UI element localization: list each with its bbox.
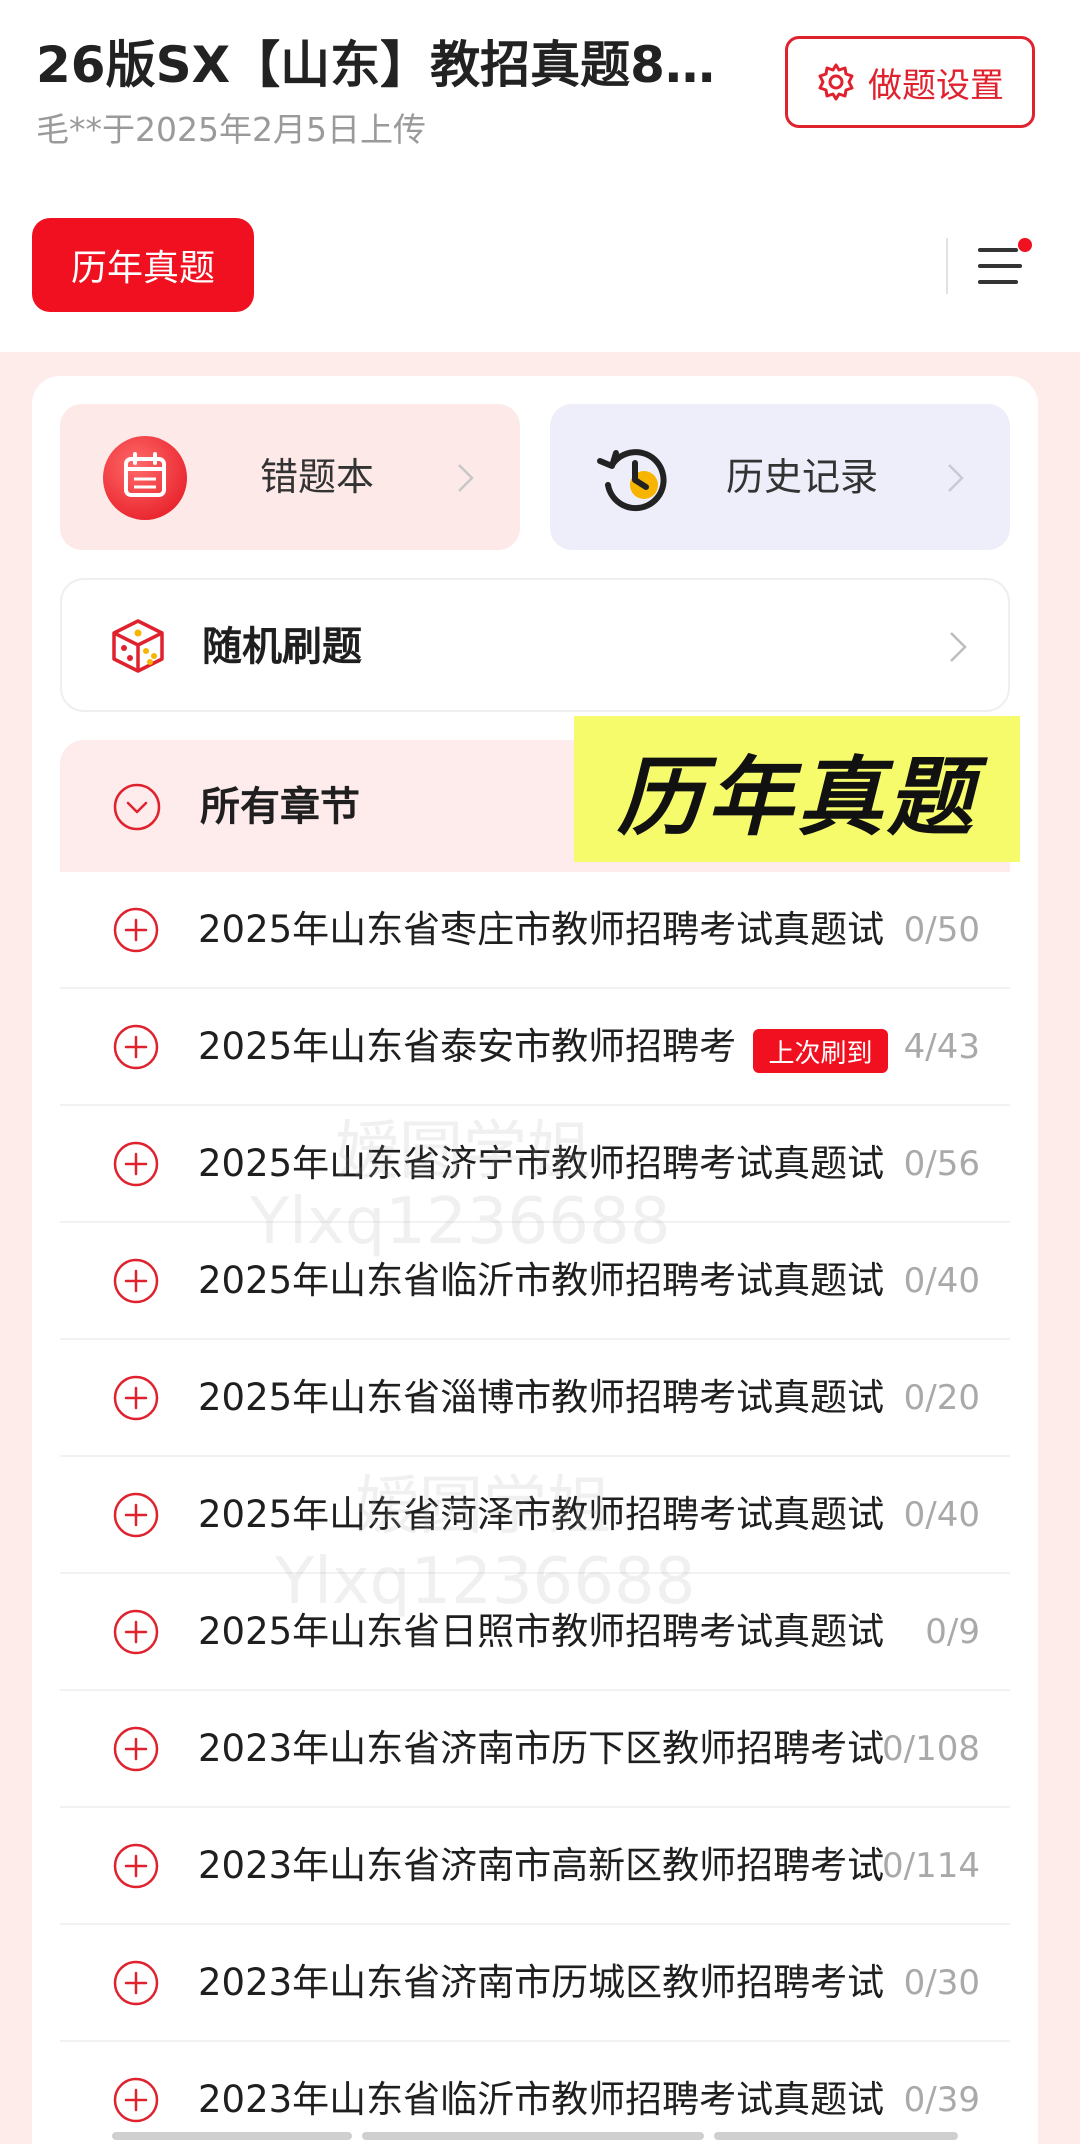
plus-circle-icon[interactable] bbox=[112, 1842, 160, 1890]
divider bbox=[946, 238, 948, 294]
chapter-progress-count: 0/56 bbox=[903, 1144, 980, 1184]
chapter-progress-count: 0/114 bbox=[882, 1846, 980, 1886]
chapter-row[interactable]: 2023年山东省临沂市教师招聘考试真题试 0/39 bbox=[60, 2042, 1010, 2144]
chevron-down-circle-icon bbox=[113, 783, 161, 831]
chapter-title: 2025年山东省淄博市教师招聘考试真题试 bbox=[198, 1376, 885, 1419]
menu-icon-line bbox=[978, 280, 1018, 284]
upload-info: 毛**于2025年2月5日上传 bbox=[36, 110, 426, 149]
gear-icon bbox=[818, 63, 854, 101]
plus-circle-icon[interactable] bbox=[112, 1959, 160, 2007]
plus-circle-icon[interactable] bbox=[112, 1491, 160, 1539]
wrong-book-button[interactable]: 错题本 bbox=[60, 404, 520, 550]
notification-dot bbox=[1018, 238, 1032, 252]
chapter-title: 2025年山东省枣庄市教师招聘考试真题试 bbox=[198, 908, 885, 951]
wrong-book-label: 错题本 bbox=[260, 455, 375, 499]
banner-text: 历年真题 bbox=[617, 747, 977, 848]
chapter-row[interactable]: 2025年山东省淄博市教师招聘考试真题试 0/20 bbox=[60, 1340, 1010, 1457]
random-practice-label: 随机刷题 bbox=[202, 624, 362, 670]
menu-icon bbox=[978, 248, 1018, 252]
history-label: 历史记录 bbox=[726, 455, 879, 499]
history-clock-icon bbox=[597, 449, 667, 512]
page-title: 26版SX【山东】教招真题81… bbox=[36, 36, 746, 94]
chapter-title: 2023年山东省济南市历下区教师招聘考试 bbox=[198, 1727, 885, 1770]
plus-circle-icon[interactable] bbox=[112, 1257, 160, 1305]
chapter-title: 2025年山东省日照市教师招聘考试真题试 bbox=[198, 1610, 885, 1653]
chapter-progress-count: 0/39 bbox=[903, 2080, 980, 2120]
scroll-indicator bbox=[112, 2132, 352, 2140]
chevron-right-icon bbox=[458, 464, 474, 492]
menu-icon-line bbox=[978, 264, 1022, 268]
chevron-right-icon bbox=[948, 464, 964, 492]
header: 26版SX【山东】教招真题81… 毛**于2025年2月5日上传 做题设置 历年… bbox=[0, 0, 1080, 352]
chapter-progress-count: 0/40 bbox=[903, 1495, 980, 1535]
chapter-title: 2023年山东省济南市历城区教师招聘考试 bbox=[198, 1961, 885, 2004]
dice-icon bbox=[112, 619, 164, 673]
chapter-row[interactable]: 2025年山东省枣庄市教师招聘考试真题试 0/50 bbox=[60, 872, 1010, 989]
last-practiced-badge: 上次刷到 bbox=[753, 1029, 888, 1073]
scroll-indicator bbox=[362, 2132, 704, 2140]
practice-settings-label: 做题设置 bbox=[868, 65, 1004, 106]
plus-circle-icon[interactable] bbox=[112, 1023, 160, 1071]
chevron-right-icon bbox=[950, 632, 967, 662]
chapter-title: 2025年山东省泰安市教师招聘考 bbox=[198, 1025, 737, 1068]
menu-button[interactable] bbox=[972, 234, 1032, 298]
chapter-row[interactable]: 2025年山东省日照市教师招聘考试真题试 0/9 bbox=[60, 1574, 1010, 1691]
chapter-progress-count: 0/40 bbox=[903, 1261, 980, 1301]
plus-circle-icon[interactable] bbox=[112, 1140, 160, 1188]
overlay-banner: 历年真题 bbox=[574, 716, 1020, 862]
chapter-row[interactable]: 2025年山东省临沂市教师招聘考试真题试 0/40 bbox=[60, 1223, 1010, 1340]
plus-circle-icon[interactable] bbox=[112, 906, 160, 954]
random-practice-button[interactable]: 随机刷题 bbox=[60, 578, 1010, 712]
plus-circle-icon[interactable] bbox=[112, 1725, 160, 1773]
chapter-progress-count: 0/9 bbox=[925, 1612, 980, 1652]
chapter-title: 2025年山东省菏泽市教师招聘考试真题试 bbox=[198, 1493, 885, 1536]
chapter-row[interactable]: 2025年山东省济宁市教师招聘考试真题试 0/56 bbox=[60, 1106, 1010, 1223]
practice-settings-button[interactable]: 做题设置 bbox=[785, 36, 1035, 128]
chapter-progress-count: 0/108 bbox=[882, 1729, 980, 1769]
chapter-progress-count: 0/30 bbox=[903, 1963, 980, 2003]
chapter-title: 2025年山东省临沂市教师招聘考试真题试 bbox=[198, 1259, 885, 1302]
chapter-progress-count: 0/20 bbox=[903, 1378, 980, 1418]
chapter-title: 2025年山东省济宁市教师招聘考试真题试 bbox=[198, 1142, 885, 1185]
calendar-icon bbox=[103, 436, 187, 520]
chapter-row[interactable]: 2025年山东省泰安市教师招聘考 上次刷到 4/43 bbox=[60, 989, 1010, 1106]
chapter-row[interactable]: 2023年山东省济南市高新区教师招聘考试 0/114 bbox=[60, 1808, 1010, 1925]
chapter-title: 2023年山东省临沂市教师招聘考试真题试 bbox=[198, 2078, 885, 2121]
tab-past-exams[interactable]: 历年真题 bbox=[32, 218, 254, 312]
scroll-indicator bbox=[714, 2132, 958, 2140]
chapter-row[interactable]: 2023年山东省济南市历城区教师招聘考试 0/30 bbox=[60, 1925, 1010, 2042]
chapter-progress-count: 0/50 bbox=[903, 910, 980, 950]
plus-circle-icon[interactable] bbox=[112, 1608, 160, 1656]
chapter-row[interactable]: 2025年山东省菏泽市教师招聘考试真题试 0/40 bbox=[60, 1457, 1010, 1574]
history-button[interactable]: 历史记录 bbox=[550, 404, 1010, 550]
chapter-progress-count: 4/43 bbox=[903, 1027, 980, 1067]
all-chapters-label: 所有章节 bbox=[200, 784, 360, 830]
plus-circle-icon[interactable] bbox=[112, 1374, 160, 1422]
chapter-row[interactable]: 2023年山东省济南市历下区教师招聘考试 0/108 bbox=[60, 1691, 1010, 1808]
chapter-title: 2023年山东省济南市高新区教师招聘考试 bbox=[198, 1844, 885, 1887]
plus-circle-icon[interactable] bbox=[112, 2076, 160, 2124]
